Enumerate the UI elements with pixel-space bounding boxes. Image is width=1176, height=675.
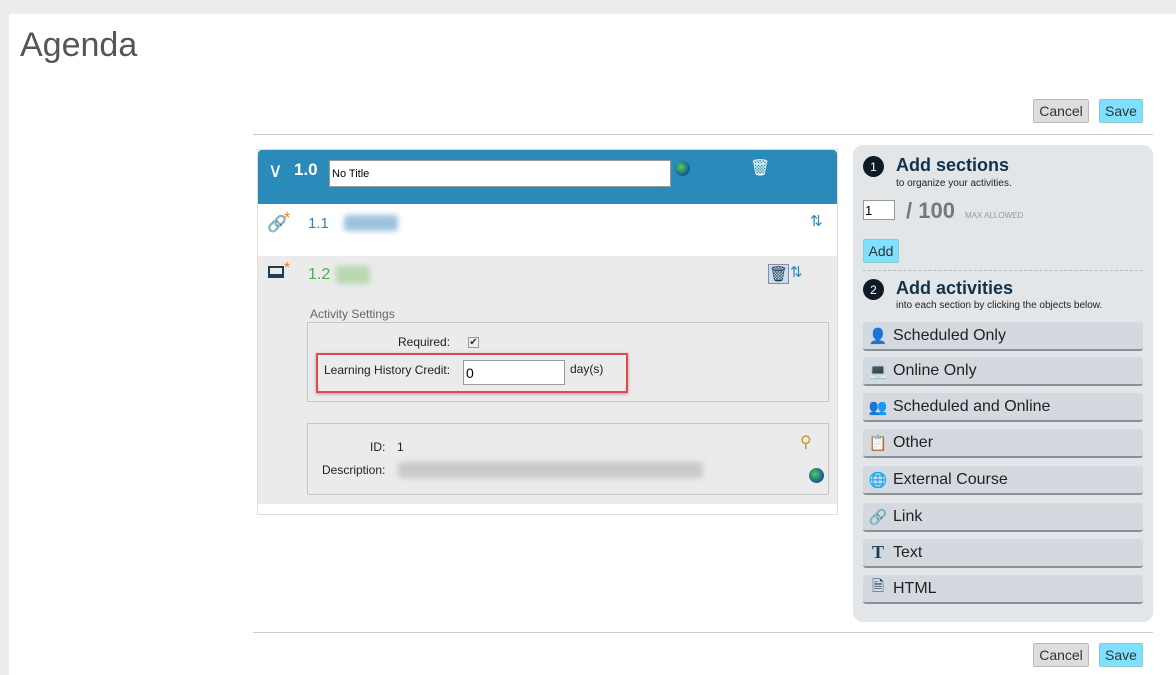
- sort-up-icon[interactable]: ⇅: [790, 263, 803, 281]
- globe-icon[interactable]: [809, 468, 824, 483]
- step1-subtitle: to organize your activities.: [896, 178, 1012, 189]
- agenda-section: ∨ 1.0 🗑 🔗 * 1.1 ⇅ * 1.2 🗑 ⇅ Activity Set…: [257, 149, 838, 515]
- activity-title-blurred: [336, 266, 370, 284]
- activity-type-label: Link: [893, 507, 923, 525]
- builder-sidebar: 1 Add sections to organize your activiti…: [853, 145, 1153, 622]
- activity-title-blurred: [344, 215, 398, 231]
- section-header: ∨ 1.0 🗑: [258, 150, 837, 204]
- activity-settings-heading: Activity Settings: [310, 307, 395, 321]
- page-title: Agenda: [20, 26, 138, 64]
- step-number: 1: [863, 156, 884, 177]
- credit-unit: day(s): [570, 362, 604, 376]
- divider: [253, 134, 1153, 135]
- save-button-bottom[interactable]: Save: [1099, 643, 1143, 667]
- trash-icon[interactable]: 🗑: [768, 264, 790, 284]
- activity-type-label: HTML: [893, 579, 937, 597]
- person-icon: 👤: [868, 327, 888, 345]
- required-star-icon: *: [284, 210, 291, 227]
- required-checkbox[interactable]: ✔: [468, 337, 479, 348]
- add-activity-other[interactable]: 📋 Other: [863, 429, 1143, 458]
- activity-details-box: ID: 1 Description: ⚲: [307, 423, 829, 495]
- globe-icon[interactable]: [675, 161, 690, 176]
- activity-type-label: External Course: [893, 470, 1008, 488]
- add-activity-link[interactable]: 🔗 Link: [863, 503, 1143, 532]
- trash-icon[interactable]: 🗑: [750, 158, 770, 178]
- activity-type-label: Scheduled Only: [893, 326, 1006, 344]
- id-value: 1: [397, 440, 404, 454]
- required-label: Required:: [398, 335, 451, 349]
- activity-type-label: Text: [893, 543, 923, 561]
- activity-type-label: Other: [893, 433, 934, 451]
- person-laptop-icon: 👥: [868, 398, 888, 416]
- activity-type-label: Online Only: [893, 361, 977, 379]
- activity-row[interactable]: 🔗 * 1.1 ⇅: [258, 204, 837, 256]
- html-file-icon: 🗎: [871, 578, 885, 595]
- divider: [253, 632, 1153, 633]
- section-number: 1.0: [294, 160, 318, 179]
- activity-settings-box: Required: ✔ Learning History Credit: day…: [307, 322, 829, 402]
- magnifier-icon[interactable]: ⚲: [800, 432, 812, 452]
- step2-title: Add activities: [896, 278, 1014, 298]
- activity-number: 1.1: [308, 215, 329, 232]
- save-button-top[interactable]: Save: [1099, 99, 1143, 123]
- step-number: 2: [863, 279, 884, 300]
- add-section-button[interactable]: Add: [863, 239, 899, 263]
- add-activity-html[interactable]: 🗎 HTML: [863, 575, 1143, 604]
- laptop-icon: [268, 266, 284, 278]
- cancel-button-bottom[interactable]: Cancel: [1033, 643, 1089, 667]
- add-activity-text[interactable]: T Text: [863, 539, 1143, 568]
- step2-subtitle: into each section by clicking the object…: [896, 300, 1103, 311]
- cancel-button-top[interactable]: Cancel: [1033, 99, 1089, 123]
- activity-row-expanded: * 1.2 🗑 ⇅ Activity Settings Required: ✔ …: [258, 256, 837, 504]
- section-count-input[interactable]: [863, 200, 895, 220]
- required-star-icon: *: [284, 260, 291, 277]
- laptop-icon: 💻: [868, 362, 888, 380]
- credit-label: Learning History Credit:: [324, 363, 451, 377]
- add-activity-scheduled-only[interactable]: 👤 Scheduled Only: [863, 322, 1143, 351]
- add-activity-online-only[interactable]: 💻 Online Only: [863, 357, 1143, 386]
- max-allowed-label: MAX ALLOWED: [965, 211, 1024, 220]
- divider: [863, 270, 1143, 271]
- add-activity-external-course[interactable]: 🌐 External Course: [863, 466, 1143, 495]
- link-icon: 🔗: [868, 508, 888, 526]
- globe-icon: 🌐: [868, 471, 888, 489]
- chevron-down-icon[interactable]: ∨: [268, 158, 283, 183]
- text-icon: T: [871, 542, 884, 562]
- description-label: Description:: [322, 463, 386, 477]
- activity-type-label: Scheduled and Online: [893, 397, 1051, 415]
- activity-number: 1.2: [308, 266, 331, 283]
- section-title-input[interactable]: [329, 160, 671, 187]
- add-activity-scheduled-and-online[interactable]: 👥 Scheduled and Online: [863, 393, 1143, 422]
- step1-title: Add sections: [896, 155, 1010, 175]
- sort-down-icon[interactable]: ⇅: [810, 212, 823, 230]
- credit-input[interactable]: [463, 360, 565, 385]
- clipboard-icon: 📋: [868, 434, 888, 452]
- id-label: ID:: [370, 440, 386, 454]
- max-count: / 100: [906, 198, 955, 223]
- description-blurred: [398, 462, 703, 478]
